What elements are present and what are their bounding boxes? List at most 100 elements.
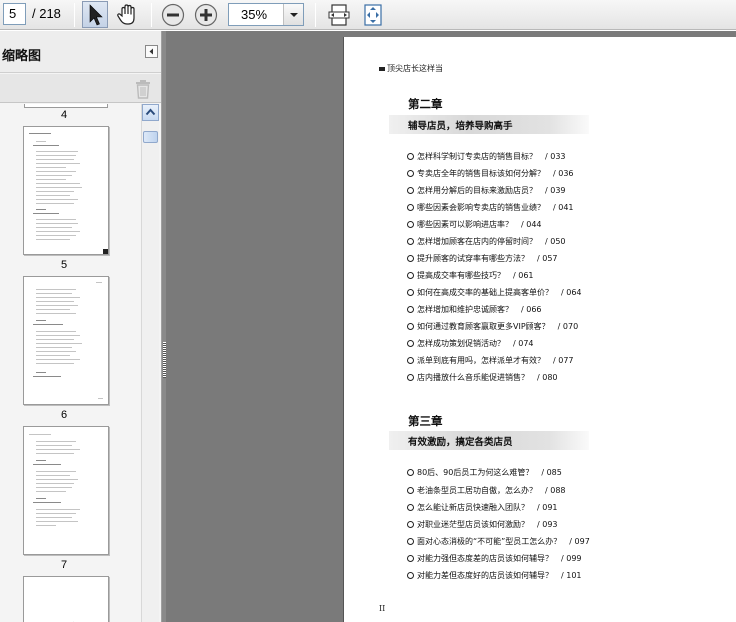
toc-entry: 对职业迷茫型店员该如何激励？ / 093 (407, 519, 558, 531)
page-number-input[interactable]: 5 (3, 3, 26, 25)
toc-entry: 怎样成功策划促销活动？ / 074 (407, 338, 534, 350)
scroll-up-button[interactable] (142, 104, 159, 121)
toc-entry: 专卖店全年的销售目标该如何分解？ / 036 (407, 168, 574, 180)
toc-entry-text: 怎样成功策划促销活动？ / 074 (417, 339, 534, 348)
toc-entry-text: 80后、90后员工为何这么难管？ / 085 (417, 468, 562, 477)
chevron-down-icon (290, 13, 298, 17)
running-head-text: 顶尖店长这样当 (387, 64, 443, 73)
bullet-circle-icon (407, 187, 414, 194)
bullet-circle-icon (407, 204, 414, 211)
zoom-out-icon (161, 3, 185, 27)
toc-entry: 怎样增加和维护忠诚顾客？ / 066 (407, 304, 542, 316)
toc-entry: 哪些因素可以影响进店率？ / 044 (407, 219, 542, 231)
toc-entry: 如何在高成交率的基础上提高客单价？ / 064 (407, 287, 582, 299)
thumbnail-label: 7 (60, 559, 68, 571)
toc-entry: 哪些因素会影响专卖店的销售业绩？ / 041 (407, 202, 574, 214)
zoom-out-button[interactable] (161, 3, 185, 27)
collapse-panel-button[interactable] (145, 45, 158, 58)
toc-entry: 怎样用分解后的目标来激励店员？ / 039 (407, 185, 566, 197)
chapter-title: 第二章 (408, 97, 443, 111)
fit-width-icon (328, 4, 350, 26)
fit-page-button[interactable] (360, 2, 386, 28)
bullet-circle-icon (407, 238, 414, 245)
zoom-value: 35% (241, 7, 268, 22)
toc-entry-text: 怎样增加顾客在店内的停留时间？ / 050 (417, 237, 566, 246)
bullet-circle-icon (407, 289, 414, 296)
bullet-circle-icon (407, 538, 414, 545)
delete-page-button[interactable] (134, 79, 152, 99)
bullet-circle-icon (407, 306, 414, 313)
toc-entry: 怎么能让新店员快速融入团队？ / 091 (407, 502, 558, 514)
bullet-circle-icon (407, 504, 414, 511)
toc-entry: 怎样科学制订专卖店的销售目标？ / 033 (407, 151, 566, 163)
chapter-subtitle: 辅导店员，培养导购高手 (389, 115, 589, 134)
select-tool-button[interactable] (82, 1, 108, 28)
toc-entry-text: 怎样科学制订专卖店的销售目标？ / 033 (417, 152, 566, 161)
thumbnail-page-7[interactable] (23, 426, 109, 555)
toc-entry-text: 对能力强但态度差的店员该如何辅导？ / 099 (417, 554, 582, 563)
document-page: 顶尖店长这样当 第二章 辅导店员，培养导购高手 怎样科学制订专卖店的销售目标？ … (344, 37, 736, 622)
scroll-thumb[interactable] (143, 131, 158, 143)
thumbnail-page-5[interactable] (23, 126, 109, 255)
toc-entry-text: 哪些因素可以影响进店率？ / 044 (417, 220, 542, 229)
toc-entry-text: 面对心态消极的“不可能”型员工怎么办？ / 097 (417, 537, 590, 546)
bullet-circle-icon (407, 572, 414, 579)
thumbnail-list: 4 5 6 7 (0, 104, 140, 622)
thumbnail-label: 4 (60, 109, 68, 121)
thumbnail-page-4-edge (24, 104, 108, 108)
thumbnail-page-8[interactable] (23, 576, 109, 622)
toc-entry-text: 提升顾客的试穿率有哪些方法？ / 057 (417, 254, 558, 263)
toc-entry-text: 对能力差但态度好的店员该如何辅导？ / 101 (417, 571, 582, 580)
bullet-circle-icon (407, 153, 414, 160)
hand-tool-button[interactable] (114, 2, 140, 28)
running-head-mark (379, 66, 385, 71)
toc-entry-text: 对职业迷茫型店员该如何激励？ / 093 (417, 520, 558, 529)
toc-entry: 老油条型员工居功自傲，怎么办？ / 088 (407, 485, 566, 497)
bullet-circle-icon (407, 272, 414, 279)
chevron-left-icon (149, 48, 153, 55)
chapter-subtitle: 有效激励，搞定各类店员 (389, 431, 589, 450)
toc-entry-text: 提高成交率有哪些技巧？ / 061 (417, 271, 534, 280)
zoom-in-button[interactable] (194, 3, 218, 27)
toc-entry: 对能力强但态度差的店员该如何辅导？ / 099 (407, 553, 582, 565)
toc-entry-text: 店内播放什么音乐能促进销售？ / 080 (417, 373, 558, 382)
thumbnail-page-6[interactable] (23, 276, 109, 405)
bullet-circle-icon (407, 170, 414, 177)
bullet-circle-icon (407, 221, 414, 228)
bullet-circle-icon (407, 255, 414, 262)
bullet-circle-icon (407, 374, 414, 381)
zoom-select[interactable]: 35% (228, 3, 304, 26)
toc-entry-text: 哪些因素会影响专卖店的销售业绩？ / 041 (417, 203, 574, 212)
toc-entry-text: 如何通过教育顾客赢取更多VIP顾客？ / 070 (417, 322, 579, 331)
toc-entry: 怎样增加顾客在店内的停留时间？ / 050 (407, 236, 566, 248)
toc-entry-text: 怎样增加和维护忠诚顾客？ / 066 (417, 305, 542, 314)
toc-entry: 对能力差但态度好的店员该如何辅导？ / 101 (407, 570, 582, 582)
page-folio: II (379, 604, 386, 613)
toolbar-divider (315, 3, 316, 27)
document-viewport[interactable]: 顶尖店长这样当 第二章 辅导店员，培养导购高手 怎样科学制订专卖店的销售目标？ … (166, 31, 736, 622)
toc-entry-text: 如何在高成交率的基础上提高客单价？ / 064 (417, 288, 582, 297)
panel-toolbar (0, 74, 161, 103)
chapter-title: 第三章 (408, 414, 443, 428)
toc-entry: 派单到底有用吗，怎样派单才有效？ / 077 (407, 355, 574, 367)
toc-entry-text: 怎样用分解后的目标来激励店员？ / 039 (417, 186, 566, 195)
panel-title: 缩略图 (2, 49, 42, 64)
toc-entry-text: 派单到底有用吗，怎样派单才有效？ / 077 (417, 356, 574, 365)
page-total-label: / 218 (32, 6, 61, 21)
panel-header: 缩略图 (0, 31, 161, 73)
toc-entry: 提高成交率有哪些技巧？ / 061 (407, 270, 534, 282)
zoom-dropdown-button[interactable] (283, 4, 303, 25)
select-arrow-icon (89, 4, 103, 26)
thumbnail-label: 5 (60, 259, 68, 271)
thumbnail-label: 6 (60, 409, 68, 421)
toc-entry-text: 专卖店全年的销售目标该如何分解？ / 036 (417, 169, 574, 178)
toc-entry: 店内播放什么音乐能促进销售？ / 080 (407, 372, 558, 384)
bullet-circle-icon (407, 323, 414, 330)
bullet-circle-icon (407, 487, 414, 494)
fit-width-button[interactable] (326, 2, 352, 28)
toc-entry: 80后、90后员工为何这么难管？ / 085 (407, 467, 562, 479)
toc-entry-text: 老油条型员工居功自傲，怎么办？ / 088 (417, 486, 566, 495)
toolbar: 5 / 218 35% (0, 0, 736, 30)
thumbnail-scrollbar[interactable] (141, 104, 159, 622)
trash-icon (136, 80, 150, 99)
